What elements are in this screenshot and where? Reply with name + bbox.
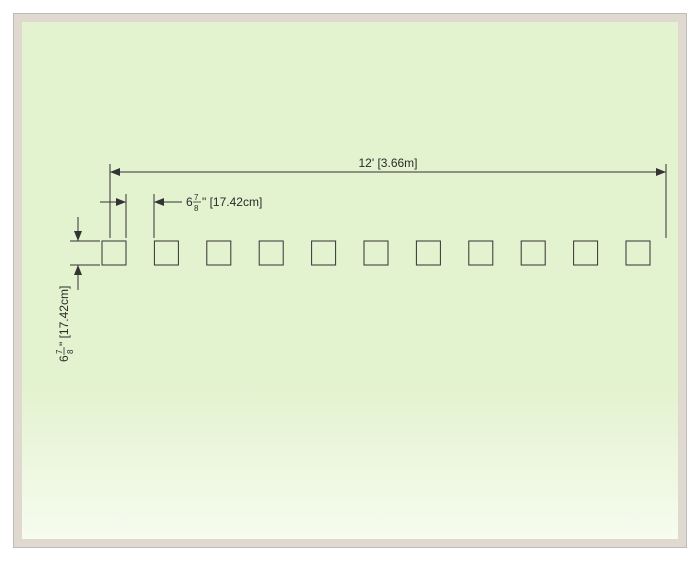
height-label-numerator: 7 <box>55 349 64 354</box>
gap-label-tail: " [17.42cm] <box>202 195 262 209</box>
dimension-gap: 6 7 8 " [17.42cm] <box>100 193 262 238</box>
block <box>312 241 336 265</box>
block-row <box>102 241 650 265</box>
gap-label-denominator: 8 <box>194 204 199 213</box>
overall-width-label: 12' [3.66m] <box>359 156 418 170</box>
dimension-block-height: 6 7 8 " [17.42cm] <box>55 217 100 362</box>
block <box>469 241 493 265</box>
block <box>364 241 388 265</box>
block <box>102 241 126 265</box>
gap-label-main: 6 <box>186 195 193 209</box>
block <box>154 241 178 265</box>
gap-label-numerator: 7 <box>194 193 199 202</box>
block <box>416 241 440 265</box>
height-label-main: 6 <box>57 355 71 362</box>
block <box>626 241 650 265</box>
block <box>207 241 231 265</box>
height-label-denominator: 8 <box>66 349 75 354</box>
diagram-svg: 12' [3.66m] 6 7 8 " [1 <box>22 22 678 539</box>
block <box>574 241 598 265</box>
image-frame-outer: 12' [3.66m] 6 7 8 " [1 <box>0 0 700 561</box>
height-label-tail: " [17.42cm] <box>57 286 71 346</box>
diagram-canvas: 12' [3.66m] 6 7 8 " [1 <box>22 22 678 539</box>
picture-frame: 12' [3.66m] 6 7 8 " [1 <box>14 14 686 547</box>
block <box>521 241 545 265</box>
block <box>259 241 283 265</box>
